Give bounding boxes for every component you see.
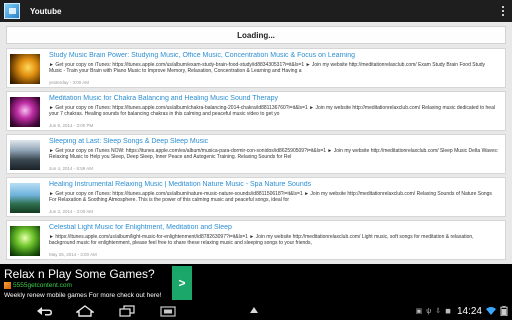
video-date: Jun 3, 2014 - 3:00 AM [49, 209, 94, 214]
video-date: Jun 4, 2014 - 5:59 AM [49, 166, 94, 171]
video-title[interactable]: Meditation Music for Chakra Balancing an… [49, 95, 499, 102]
video-item[interactable]: Meditation Music for Chakra Balancing an… [6, 91, 506, 131]
video-description: ► Get your copy on iTunes: https://itune… [49, 191, 492, 204]
app-title: Youtube [30, 6, 62, 16]
video-thumbnail[interactable] [10, 140, 40, 170]
video-item[interactable]: Celestial Light Music for Enlightment, M… [6, 220, 506, 260]
ad-subtext: Weekly renew mobile games For more check… [4, 292, 162, 299]
wifi-icon [486, 307, 496, 315]
video-thumbnail[interactable] [10, 183, 40, 213]
up-arrow-icon[interactable] [248, 305, 260, 317]
battery-icon [500, 306, 508, 316]
video-description: ► Get your copy on iTunes: https://itune… [49, 62, 486, 75]
video-date: yesterday - 3:00 AM [49, 80, 90, 85]
video-date: Jun 9, 2014 - 3:00 PM [49, 123, 94, 128]
video-title[interactable]: Healing Instrumental Relaxing Music | Me… [49, 181, 499, 188]
status-clock: 14:24 [456, 305, 482, 317]
ad-banner[interactable]: Relax n Play Some Games? 5555getcontent.… [0, 264, 512, 302]
ad-headline[interactable]: Relax n Play Some Games? [4, 267, 155, 281]
video-description: ► Get your copy on iTunes: https://itune… [49, 105, 495, 118]
ad-url-row[interactable]: 5555getcontent.com [4, 282, 72, 289]
back-icon[interactable] [34, 305, 54, 317]
app-logo-icon[interactable] [4, 3, 20, 19]
video-description: ► https://itunes.apple.com/us/album/ligh… [49, 234, 474, 247]
download-icon: ⇩ [435, 308, 442, 315]
video-item[interactable]: Healing Instrumental Relaxing Music | Me… [6, 177, 506, 217]
video-thumbnail[interactable] [10, 97, 40, 127]
overflow-menu-icon[interactable] [498, 5, 508, 17]
action-bar: Youtube [0, 0, 512, 22]
video-date: May 26, 2014 - 3:00 AM [49, 252, 97, 257]
video-title[interactable]: Sleeping at Last: Sleep Songs & Deep Sle… [49, 138, 499, 145]
video-list[interactable]: Study Music Brain Power: Studying Music,… [6, 48, 506, 263]
notification-image-icon: ▣ [415, 308, 423, 315]
recent-apps-icon[interactable] [118, 305, 136, 317]
notification-square-icon: ◼ [445, 308, 451, 315]
video-description: ► Get your copy on iTunes NOW: https://i… [49, 148, 499, 161]
video-thumbnail[interactable] [10, 54, 40, 84]
ad-url[interactable]: 5555getcontent.com [13, 282, 72, 289]
home-icon[interactable] [76, 305, 94, 317]
video-title[interactable]: Celestial Light Music for Enlightment, M… [49, 224, 499, 231]
usb-icon: ψ [426, 307, 432, 315]
ad-arrow-button[interactable]: > [172, 266, 192, 300]
ad-site-icon [4, 282, 11, 289]
video-title[interactable]: Study Music Brain Power: Studying Music,… [49, 52, 499, 59]
system-nav-bar: ▣ ψ ⇩ ◼ 14:24 [0, 302, 512, 320]
video-thumbnail[interactable] [10, 226, 40, 256]
video-item[interactable]: Sleeping at Last: Sleep Songs & Deep Sle… [6, 134, 506, 174]
screenshot-icon[interactable] [160, 305, 176, 317]
loading-text: Loading... [237, 31, 275, 40]
status-area[interactable]: ▣ ψ ⇩ ◼ 14:24 [416, 304, 508, 318]
video-item[interactable]: Study Music Brain Power: Studying Music,… [6, 48, 506, 88]
loading-banner: Loading... [6, 26, 506, 44]
